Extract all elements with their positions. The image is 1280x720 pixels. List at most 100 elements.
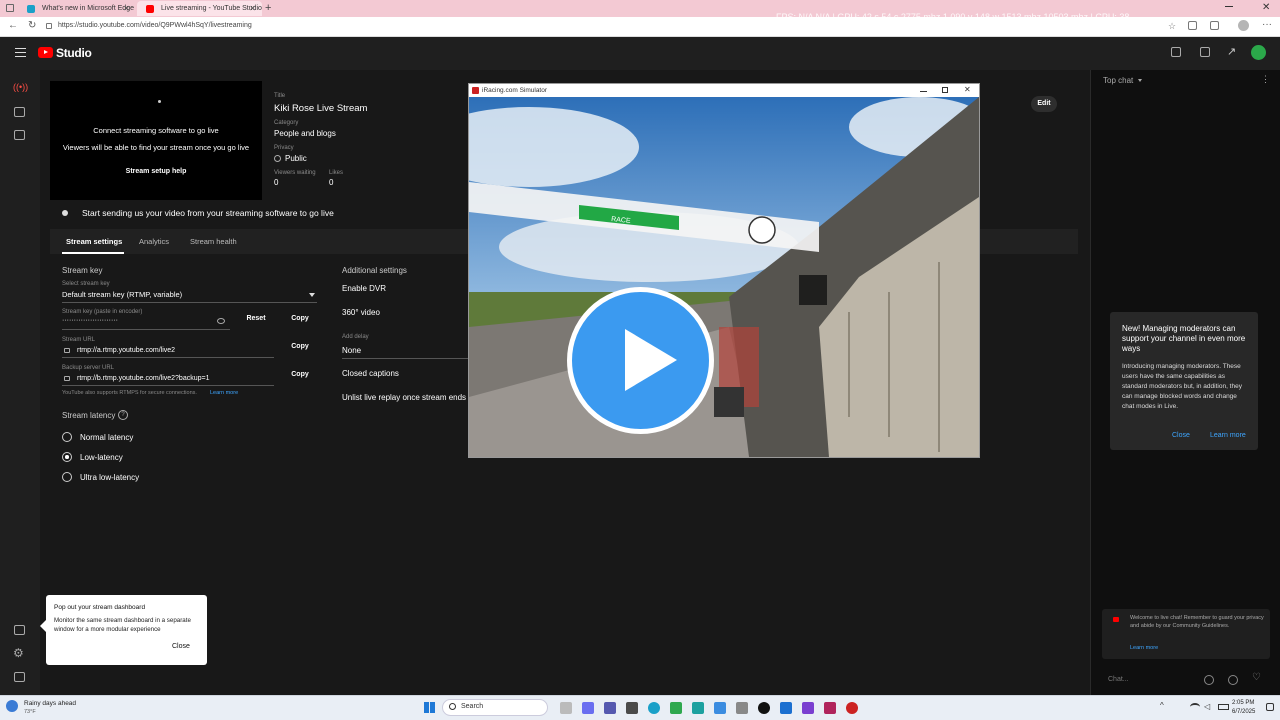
backup-underline xyxy=(62,385,274,386)
latency-low-radio[interactable] xyxy=(62,452,72,462)
url-field[interactable]: https://studio.youtube.com/video/Q9PWwl4… xyxy=(58,22,252,29)
back-icon[interactable]: ← xyxy=(8,20,18,31)
likes-value: 0 xyxy=(329,178,334,187)
visibility-toggle-icon[interactable] xyxy=(217,318,225,324)
tab-stream-settings[interactable]: Stream settings xyxy=(66,237,122,246)
backup-url-field[interactable]: rtmp://b.rtmp.youtube.com/live2?backup=1 xyxy=(77,375,209,382)
add-delay-select[interactable]: None xyxy=(342,346,361,355)
close-tab-icon[interactable]: ✕ xyxy=(123,4,130,13)
copy-key-button[interactable]: Copy xyxy=(285,312,315,326)
add-delay-label: Add delay xyxy=(342,334,369,340)
chevron-down-icon[interactable] xyxy=(1138,79,1142,82)
more-menu-icon[interactable]: ··· xyxy=(1262,19,1272,30)
file-explorer-icon[interactable] xyxy=(626,702,638,714)
stream-setup-help-button[interactable]: Stream setup help xyxy=(116,165,196,179)
teams-icon[interactable] xyxy=(604,702,616,714)
app-icon[interactable] xyxy=(714,702,726,714)
popout-icon[interactable] xyxy=(14,625,25,635)
dropdown-arrow-icon[interactable] xyxy=(309,293,315,297)
app-icon[interactable] xyxy=(736,702,748,714)
chat-mode-select[interactable]: Top chat xyxy=(1103,76,1133,85)
battery-icon[interactable] xyxy=(1218,704,1229,710)
taskbar-time[interactable]: 2:05 PM xyxy=(1232,700,1254,706)
tab-analytics[interactable]: Analytics xyxy=(139,237,169,246)
mod-card-body: Introducing managing moderators. These u… xyxy=(1122,363,1242,410)
start-icon[interactable] xyxy=(424,702,435,713)
play-button-icon[interactable] xyxy=(567,287,714,434)
weather-icon[interactable] xyxy=(6,700,18,712)
rtmps-learn-more-link[interactable]: Learn more xyxy=(210,390,238,396)
mod-close-button[interactable]: Close xyxy=(1172,432,1190,439)
manage-icon[interactable] xyxy=(14,130,25,140)
sim-close-icon[interactable]: ✕ xyxy=(964,85,971,94)
favorites-bar-icon[interactable] xyxy=(1210,21,1219,30)
chat-more-icon[interactable]: ⋮ xyxy=(1261,74,1270,85)
app-icon[interactable] xyxy=(692,702,704,714)
window-close-icon[interactable]: ✕ xyxy=(1262,2,1270,13)
app-icon[interactable] xyxy=(758,702,770,714)
emoji-icon[interactable] xyxy=(1204,675,1214,685)
title-label: Title xyxy=(274,93,286,99)
youtube-logo-icon[interactable] xyxy=(38,47,53,58)
wifi-icon[interactable] xyxy=(1190,703,1200,711)
simulator-game-view[interactable]: RACE xyxy=(469,97,979,457)
select-key-label: Select stream key xyxy=(62,281,110,287)
preview-connect-text: Connect streaming software to go live xyxy=(93,126,219,135)
window-minimize-icon[interactable] xyxy=(1225,6,1233,7)
sidebar-toggle-icon[interactable] xyxy=(6,4,14,12)
camera-icon[interactable] xyxy=(14,107,25,117)
settings-gear-icon[interactable]: ⚙ xyxy=(13,646,24,660)
sim-minimize-icon[interactable] xyxy=(920,91,927,92)
taskbar-date[interactable]: 6/7/2025 xyxy=(1232,709,1255,715)
share-icon[interactable]: ↗ xyxy=(1227,45,1236,58)
new-tab-icon[interactable]: + xyxy=(265,2,271,14)
app-icon[interactable] xyxy=(824,702,836,714)
chat-input[interactable]: Chat... xyxy=(1108,676,1129,683)
browser-tab-studio[interactable]: Live streaming - YouTube Studio ✕ xyxy=(137,1,262,16)
store-icon[interactable] xyxy=(670,702,682,714)
welcome-learn-more-link[interactable]: Learn more xyxy=(1130,645,1158,651)
app-icon[interactable] xyxy=(780,702,792,714)
heart-icon[interactable]: ♡ xyxy=(1252,672,1261,683)
feedback-rail-icon[interactable] xyxy=(14,672,25,682)
mod-learn-more-button[interactable]: Learn more xyxy=(1210,432,1246,439)
copy-backup-button[interactable]: Copy xyxy=(285,368,315,382)
latency-normal-radio[interactable] xyxy=(62,432,72,442)
sim-maximize-icon[interactable] xyxy=(942,87,948,93)
avatar[interactable] xyxy=(1251,45,1266,60)
help-icon[interactable]: ? xyxy=(118,410,128,420)
tray-chevron-icon[interactable]: ^ xyxy=(1160,701,1164,710)
super-chat-icon[interactable] xyxy=(1228,675,1238,685)
refresh-icon[interactable]: ↻ xyxy=(28,20,36,31)
stream-key-field[interactable]: ························ xyxy=(62,317,118,324)
studio-header xyxy=(0,37,1280,70)
stream-manager-icon[interactable] xyxy=(1171,47,1181,57)
browser-tab-edge[interactable]: What's new in Microsoft Edge ✕ xyxy=(18,1,136,16)
live-stream-icon[interactable]: ((•)) xyxy=(13,82,28,92)
task-view-icon[interactable] xyxy=(560,702,572,714)
popout-close-button[interactable]: Close xyxy=(172,643,190,650)
notifications-icon[interactable] xyxy=(1266,703,1274,711)
reset-button[interactable]: Reset xyxy=(241,312,271,326)
popout-title: Pop out your stream dashboard xyxy=(54,604,146,611)
edge-taskbar-icon[interactable] xyxy=(648,702,660,714)
extensions-icon[interactable] xyxy=(1188,21,1197,30)
app-icon[interactable] xyxy=(846,702,858,714)
stream-key-select[interactable]: Default stream key (RTMP, variable) xyxy=(62,290,182,299)
favorite-icon[interactable]: ☆ xyxy=(1168,21,1176,32)
latency-ultra-low-radio[interactable] xyxy=(62,472,72,482)
copilot-icon[interactable] xyxy=(582,702,594,714)
taskbar-search[interactable]: Search xyxy=(442,699,548,716)
close-tab-icon[interactable]: ✕ xyxy=(249,4,256,13)
tab-stream-health[interactable]: Stream health xyxy=(190,237,237,246)
privacy-value: Public xyxy=(285,154,307,163)
volume-icon[interactable]: ◁ xyxy=(1204,702,1210,711)
stream-url-field[interactable]: rtmp://a.rtmp.youtube.com/live2 xyxy=(77,347,175,354)
app-icon[interactable] xyxy=(802,702,814,714)
edit-button[interactable]: Edit xyxy=(1031,96,1057,112)
copy-url-button[interactable]: Copy xyxy=(285,340,315,354)
feedback-icon[interactable] xyxy=(1200,47,1210,57)
menu-icon[interactable] xyxy=(15,48,26,57)
weather-title[interactable]: Rainy days ahead xyxy=(24,700,76,707)
profile-icon[interactable] xyxy=(1238,20,1249,31)
